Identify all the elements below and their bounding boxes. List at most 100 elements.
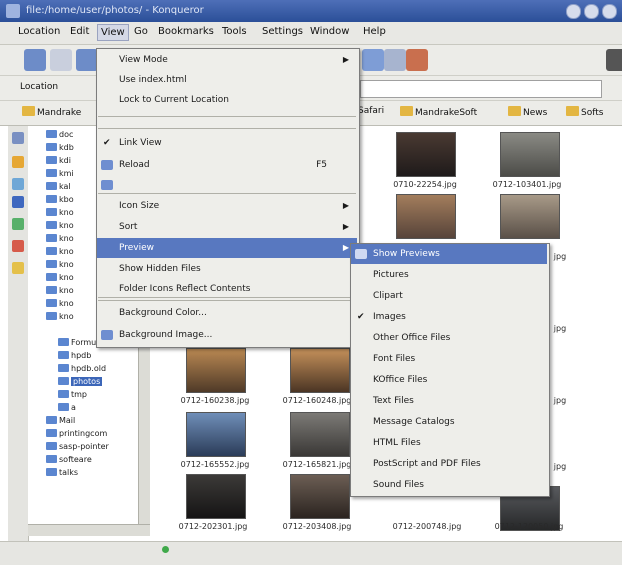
tree-item[interactable]: printingcom [46, 429, 107, 442]
back-icon[interactable] [24, 49, 46, 71]
services-tab-icon[interactable] [12, 218, 24, 230]
file-label[interactable]: 0712-165821.jpg [272, 460, 362, 469]
tree-item[interactable]: kno [46, 234, 74, 247]
tree-item[interactable]: kdi [46, 156, 71, 169]
network-tab-icon[interactable] [12, 196, 24, 208]
tree-item[interactable]: kbo [46, 195, 74, 208]
menu-go[interactable]: Go [134, 26, 148, 37]
tree-item[interactable]: softeare [46, 455, 92, 468]
devices-tab-icon[interactable] [12, 240, 24, 252]
preview-menu-item[interactable]: Show Previews [351, 244, 547, 264]
tree-item[interactable]: kno [46, 273, 74, 286]
thumbnail[interactable] [396, 132, 456, 177]
tree-item[interactable]: kno [46, 208, 74, 221]
up-icon[interactable] [76, 49, 98, 71]
maximize-button[interactable] [584, 4, 599, 19]
tree-item[interactable]: kdb [46, 143, 74, 156]
view-menu-item[interactable]: Use index.html [97, 70, 357, 90]
menu-window[interactable]: Window [310, 26, 349, 37]
preview-menu-item[interactable]: Text Files [351, 391, 547, 411]
view-menu-item[interactable]: Preview ▶ [97, 238, 357, 258]
tree-item[interactable]: tmp [58, 390, 87, 403]
thumbnail[interactable] [290, 412, 350, 457]
view-menu-item[interactable]: Sort ▶ [97, 217, 357, 237]
tree-item[interactable]: a [58, 403, 76, 416]
preview-menu-item[interactable]: Sound Files [351, 475, 547, 495]
tree-item[interactable]: kmi [46, 169, 74, 182]
menu-location[interactable]: Location [18, 26, 60, 37]
view-menu-item[interactable]: Folder Icons Reflect Contents [97, 279, 357, 299]
close-button[interactable] [602, 4, 617, 19]
file-label[interactable]: 0712-200748.jpg [382, 522, 472, 531]
view-menu-item[interactable] [97, 175, 357, 195]
menu-settings[interactable]: Settings [262, 26, 303, 37]
view-menu-item[interactable]: Icon Size ▶ [97, 196, 357, 216]
thumbnail[interactable] [290, 348, 350, 393]
view-mode-icon[interactable] [362, 49, 384, 71]
home-tab-icon[interactable] [12, 178, 24, 190]
thumbnail[interactable] [186, 474, 246, 519]
file-label[interactable]: 0710-22254.jpg [380, 180, 470, 189]
thumbnail[interactable] [396, 194, 456, 239]
preview-menu-item[interactable]: HTML Files [351, 433, 547, 453]
preview-menu-item[interactable]: PostScript and PDF Files [351, 454, 547, 474]
preview-menu-item[interactable]: Font Files [351, 349, 547, 369]
image-icon[interactable] [406, 49, 428, 71]
menu-edit[interactable]: Edit [70, 26, 89, 37]
preview-menu-item[interactable]: Message Catalogs [351, 412, 547, 432]
tree-horizontal-scrollbar[interactable] [28, 524, 150, 536]
tree-item[interactable]: kno [46, 247, 74, 260]
tree-item[interactable]: kno [46, 260, 74, 273]
tree-item[interactable]: photos [58, 377, 103, 390]
thumbnail[interactable] [290, 474, 350, 519]
tree-item[interactable]: kno [46, 312, 74, 325]
preview-menu-item[interactable]: KOffice Files [351, 370, 547, 390]
preview-menu-item[interactable]: Clipart [351, 286, 547, 306]
tree-item[interactable]: kno [46, 221, 74, 234]
file-label[interactable]: 0712-160248.jpg [272, 396, 362, 405]
tree-item[interactable]: kno [46, 286, 74, 299]
file-label[interactable]: 0712-202301.jpg [168, 522, 258, 531]
thumbnail[interactable] [500, 194, 560, 239]
location-input[interactable] [360, 80, 602, 98]
app-icon[interactable] [6, 4, 20, 18]
root-tab-icon[interactable] [12, 262, 24, 274]
file-label[interactable]: 0712-120050.jpg [484, 522, 574, 531]
tree-item[interactable]: hpdb [58, 351, 91, 364]
tree-item[interactable]: kno [46, 299, 74, 312]
view-menu-item[interactable]: Background Color... [97, 303, 357, 323]
view-menu-item[interactable]: ✔ Link View [97, 133, 357, 153]
split-view-icon[interactable] [384, 49, 406, 71]
bookmark-news[interactable]: News [508, 106, 547, 118]
tree-item[interactable]: sasp-pointer [46, 442, 109, 455]
preview-menu-item[interactable]: Pictures [351, 265, 547, 285]
menu-help[interactable]: Help [363, 26, 386, 37]
file-label[interactable]: 0712-203408.jpg [272, 522, 362, 531]
file-label[interactable]: 0712-103401.jpg [482, 180, 572, 189]
view-menu-item[interactable]: Lock to Current Location [97, 90, 357, 110]
preview-menu-item[interactable]: ✔ Images [351, 307, 547, 327]
bookmark-safari[interactable]: Safari [358, 106, 384, 116]
thumbnail[interactable] [186, 412, 246, 457]
minimize-button[interactable] [566, 4, 581, 19]
menu-tools[interactable]: Tools [222, 26, 247, 37]
view-menu-item[interactable]: Background Image... [97, 325, 357, 345]
menu-bookmarks[interactable]: Bookmarks [158, 26, 214, 37]
view-menu-item[interactable]: View Mode ▶ [97, 50, 357, 70]
bookmarks-tab-icon[interactable] [12, 132, 24, 144]
tree-item[interactable]: Mail [46, 416, 75, 429]
bookmark-first[interactable]: Mandrake [22, 106, 81, 118]
file-label[interactable]: 0712-160238.jpg [170, 396, 260, 405]
thumbnail[interactable] [186, 348, 246, 393]
thumbnail[interactable] [500, 132, 560, 177]
bookmark-mandrakesoft[interactable]: MandrakeSoft [400, 106, 477, 118]
menu-view[interactable]: View [97, 24, 129, 41]
view-menu-item[interactable]: Reload F5 [97, 155, 357, 175]
bookmark-softs[interactable]: Softs [566, 106, 603, 118]
tree-item[interactable]: talks [46, 468, 78, 481]
tree-item[interactable]: hpdb.old [58, 364, 106, 377]
history-tab-icon[interactable] [12, 156, 24, 168]
forward-icon[interactable] [50, 49, 72, 71]
preview-menu-item[interactable]: Other Office Files [351, 328, 547, 348]
tree-item[interactable]: doc [46, 130, 73, 143]
